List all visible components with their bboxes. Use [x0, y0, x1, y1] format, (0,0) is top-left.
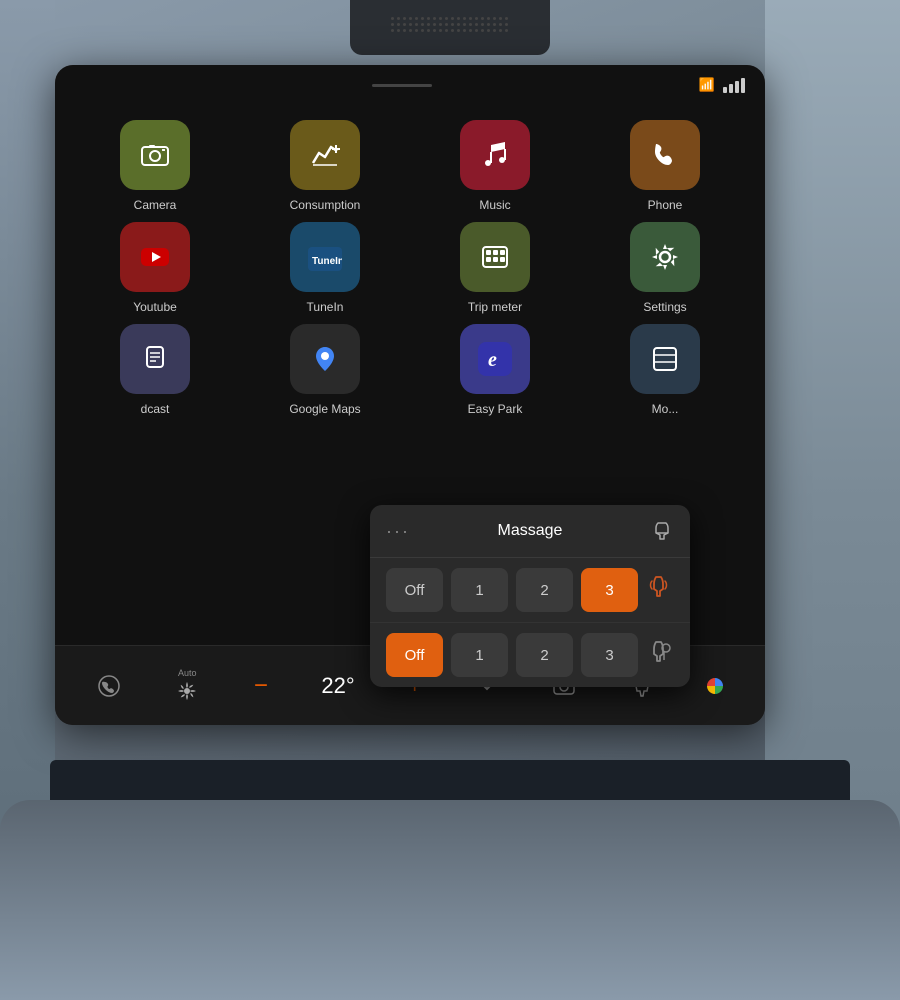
youtube-icon: [120, 222, 190, 292]
massage-row2-off[interactable]: Off: [386, 633, 443, 677]
temperature-display: 22°: [321, 673, 354, 699]
settings-label: Settings: [643, 300, 686, 314]
screen: 📶: [55, 65, 765, 725]
camera-icon: [120, 120, 190, 190]
massage-dots-menu[interactable]: ···: [386, 521, 410, 542]
youtube-label: Youtube: [133, 300, 177, 314]
app-podcast[interactable]: dcast: [75, 324, 235, 416]
app-googlemaps[interactable]: Google Maps: [245, 324, 405, 416]
phone-label: Phone: [648, 198, 683, 212]
tunein-label: TuneIn: [307, 300, 344, 314]
app-music[interactable]: Music: [415, 120, 575, 212]
seat-area: [0, 800, 900, 1000]
easypark-label: Easy Park: [468, 402, 523, 416]
signal-bar-3: [735, 81, 739, 93]
temp-minus-button[interactable]: −: [254, 672, 268, 700]
massage-row1-2[interactable]: 2: [516, 568, 573, 612]
massage-row2-icon: [646, 638, 674, 672]
status-bar: 📶: [55, 65, 765, 105]
tunein-icon: TuneIn: [290, 222, 360, 292]
google-assistant-button[interactable]: [707, 678, 723, 694]
massage-row-2: Off 1 2 3: [370, 623, 690, 687]
massage-row2-2[interactable]: 2: [516, 633, 573, 677]
svg-text:TuneIn: TuneIn: [312, 256, 342, 267]
consumption-icon: [290, 120, 360, 190]
massage-row1-1[interactable]: 1: [451, 568, 508, 612]
settings-icon: [630, 222, 700, 292]
speaker-grille: [350, 0, 550, 55]
massage-row1-3[interactable]: 3: [581, 568, 638, 612]
app-youtube[interactable]: Youtube: [75, 222, 235, 314]
fan-icon: [174, 678, 200, 704]
app-tunein[interactable]: TuneIn TuneIn: [245, 222, 405, 314]
auto-label: Auto: [178, 668, 197, 678]
googlemaps-label: Google Maps: [289, 402, 360, 416]
app-more[interactable]: Mo...: [585, 324, 745, 416]
google-assistant-icon: [707, 678, 723, 694]
podcast-icon: [120, 324, 190, 394]
tripmeter-label: Trip meter: [468, 300, 522, 314]
signal-bars: [723, 78, 745, 93]
bluetooth-icon: 📶: [699, 77, 715, 93]
massage-row-1: Off 1 2 3: [370, 558, 690, 623]
massage-popup: ··· Massage Off 1 2 3: [370, 505, 690, 687]
music-icon: [460, 120, 530, 190]
signal-bar-1: [723, 87, 727, 93]
googlemaps-icon: [290, 324, 360, 394]
app-camera[interactable]: Camera: [75, 120, 235, 212]
signal-bar-4: [741, 78, 745, 93]
phone-bottom-icon: [97, 674, 121, 698]
camera-label: Camera: [134, 198, 177, 212]
temperature-value: 22°: [321, 673, 354, 699]
app-easypark[interactable]: e Easy Park: [415, 324, 575, 416]
massage-row2-1[interactable]: 1: [451, 633, 508, 677]
app-settings[interactable]: Settings: [585, 222, 745, 314]
massage-title: Massage: [498, 522, 563, 540]
easypark-icon: e: [460, 324, 530, 394]
podcast-label: dcast: [141, 402, 170, 416]
massage-row1-off[interactable]: Off: [386, 568, 443, 612]
status-bar-indicator: [372, 84, 432, 87]
app-tripmeter[interactable]: Trip meter: [415, 222, 575, 314]
tripmeter-icon: [460, 222, 530, 292]
massage-row1-icon: [646, 573, 674, 607]
status-bar-right: 📶: [699, 77, 745, 93]
phone-icon: [630, 120, 700, 190]
bottom-phone[interactable]: [97, 674, 121, 698]
consumption-label: Consumption: [290, 198, 361, 212]
massage-popup-header: ··· Massage: [370, 505, 690, 558]
svg-text:e: e: [488, 349, 497, 371]
bottom-hvac[interactable]: Auto: [174, 668, 200, 704]
music-label: Music: [479, 198, 510, 212]
app-consumption[interactable]: Consumption: [245, 120, 405, 212]
screen-bezel: 📶: [55, 65, 765, 725]
more-label: Mo...: [652, 402, 679, 416]
massage-row2-3[interactable]: 3: [581, 633, 638, 677]
signal-bar-2: [729, 84, 733, 93]
more-icon: [630, 324, 700, 394]
app-phone[interactable]: Phone: [585, 120, 745, 212]
massage-seat-icon: [650, 519, 674, 543]
